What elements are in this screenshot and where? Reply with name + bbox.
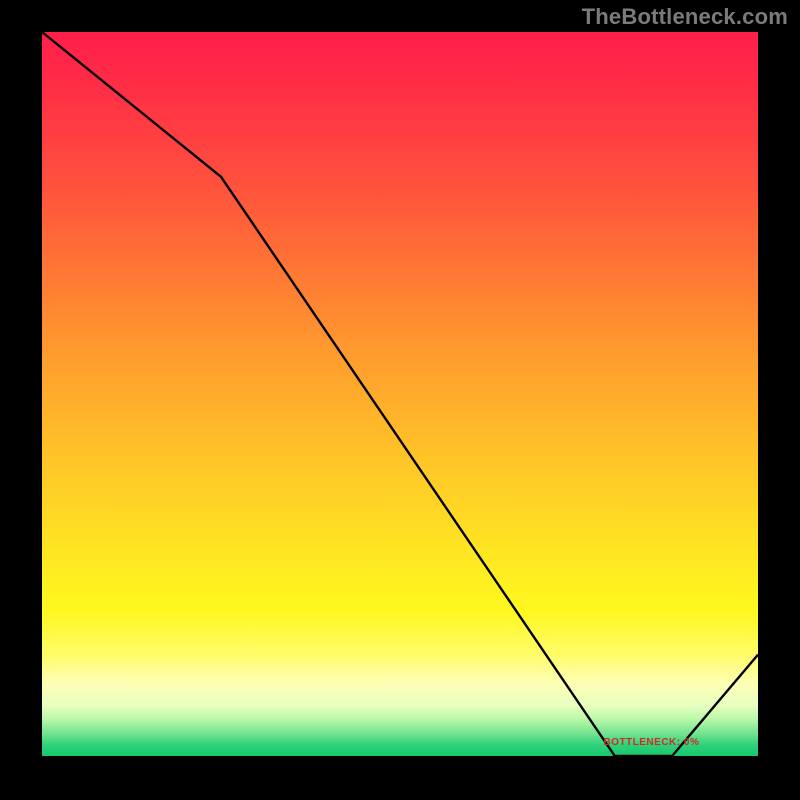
bottleneck-curve: [42, 32, 758, 756]
bottleneck-zero-label: BOTTLENECK: 0%: [603, 737, 699, 748]
attribution-text: TheBottleneck.com: [582, 4, 788, 30]
plot-area: BOTTLENECK: 0%: [42, 32, 758, 756]
chart-frame: TheBottleneck.com BOTTLENECK: 0%: [0, 0, 800, 800]
